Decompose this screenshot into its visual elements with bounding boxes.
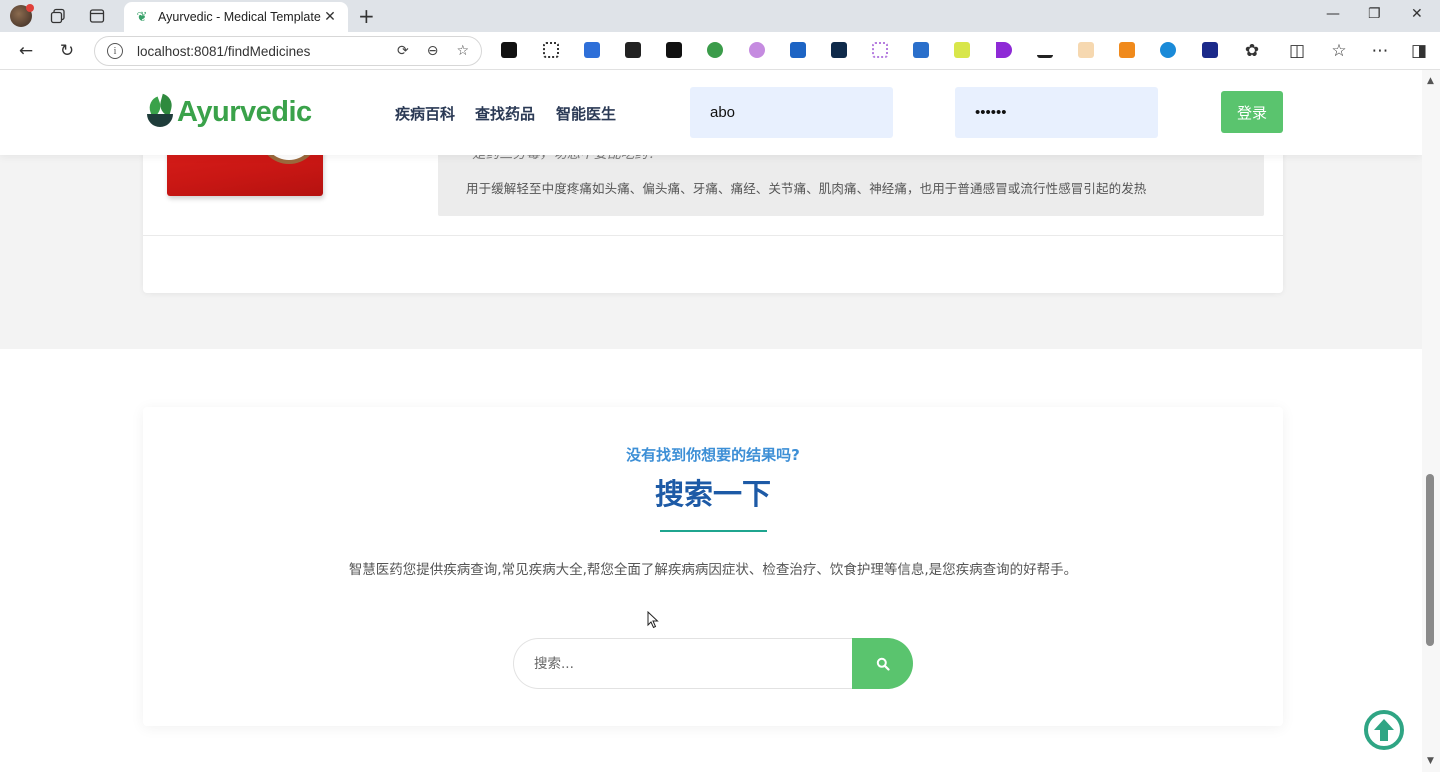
logo-text: Ayurvedic bbox=[177, 96, 312, 128]
extension-8-icon[interactable] bbox=[790, 42, 806, 58]
scrollbar-thumb[interactable] bbox=[1426, 474, 1434, 646]
address-bar[interactable]: i localhost:8081/findMedicines ⟳ ⊖ ☆ bbox=[94, 36, 482, 66]
split-screen-icon[interactable]: ◫ bbox=[1287, 41, 1307, 61]
extension-13-icon[interactable] bbox=[996, 42, 1012, 58]
search-card: 没有找到你想要的结果吗? 搜索一下 智慧医药您提供疾病查询,常见疾病大全,帮您全… bbox=[143, 407, 1283, 726]
sidebar-toggle-icon[interactable]: ◨ bbox=[1409, 41, 1429, 61]
site-info-icon[interactable]: i bbox=[107, 43, 123, 59]
page-scrollbar[interactable]: ▲ ▼ bbox=[1422, 70, 1440, 772]
extension-1-icon[interactable] bbox=[501, 42, 517, 58]
site-logo[interactable]: Ayurvedic bbox=[145, 92, 312, 128]
favorite-star-icon[interactable]: ☆ bbox=[456, 43, 469, 59]
medicine-usage: 用于缓解轻至中度疼痛如头痛、偏头痛、牙痛、痛经、关节痛、肌肉痛、神经痛，也用于普… bbox=[466, 181, 1147, 196]
search-intro-text: 智慧医药您提供疾病查询,常见疾病大全,帮您全面了解疾病病因症状、检查治疗、饮食护… bbox=[348, 562, 1078, 578]
search-subheading: 没有找到你想要的结果吗? bbox=[626, 446, 800, 464]
close-window-icon[interactable]: ✕ bbox=[1411, 6, 1423, 22]
extension-10-icon[interactable] bbox=[872, 42, 888, 58]
close-tab-icon[interactable]: ✕ bbox=[322, 9, 338, 25]
extension-16-icon[interactable] bbox=[1119, 42, 1135, 58]
mortar-leaf-icon bbox=[145, 92, 177, 128]
extension-2-icon[interactable] bbox=[543, 42, 559, 58]
password-field[interactable] bbox=[955, 87, 1158, 138]
card-divider bbox=[143, 235, 1283, 236]
active-tab[interactable]: ❦ Ayurvedic - Medical Template ✕ bbox=[124, 2, 348, 32]
favorites-icon[interactable]: ☆ bbox=[1329, 41, 1349, 61]
extension-15-icon[interactable] bbox=[1078, 42, 1094, 58]
vertical-tabs-icon[interactable] bbox=[87, 6, 107, 26]
search-input[interactable] bbox=[513, 638, 853, 689]
reload-icon[interactable]: ↻ bbox=[57, 41, 77, 61]
arrow-up-icon bbox=[1374, 719, 1394, 741]
search-icon bbox=[876, 657, 890, 671]
username-field[interactable] bbox=[690, 87, 893, 138]
back-icon[interactable]: ← bbox=[16, 41, 36, 61]
new-tab-icon[interactable]: + bbox=[358, 4, 375, 28]
extension-6-icon[interactable] bbox=[707, 42, 723, 58]
extension-17-icon[interactable] bbox=[1160, 42, 1176, 58]
nav-find-medicines[interactable]: 查找药品 bbox=[475, 103, 535, 124]
nav-smart-doctor[interactable]: 智能医生 bbox=[556, 103, 616, 124]
extension-3-icon[interactable] bbox=[584, 42, 600, 58]
search-button[interactable] bbox=[852, 638, 913, 689]
extension-7-icon[interactable] bbox=[749, 42, 765, 58]
extension-18-icon[interactable] bbox=[1202, 42, 1218, 58]
more-page-actions-icon[interactable]: ⊖ bbox=[427, 43, 439, 59]
back-to-top-button[interactable] bbox=[1364, 710, 1404, 750]
browser-toolbar: ← ↻ i localhost:8081/findMedicines ⟳ ⊖ ☆… bbox=[0, 32, 1440, 70]
extension-14-icon[interactable] bbox=[1037, 42, 1053, 58]
heading-underline bbox=[660, 530, 767, 532]
extensions-puzzle-icon[interactable]: ✿ bbox=[1242, 41, 1262, 61]
extension-5-icon[interactable] bbox=[666, 42, 682, 58]
minimize-icon[interactable]: — bbox=[1326, 6, 1340, 22]
extension-12-icon[interactable] bbox=[954, 42, 970, 58]
scroll-up-arrow-icon[interactable]: ▲ bbox=[1427, 76, 1434, 86]
scroll-down-arrow-icon[interactable]: ▼ bbox=[1427, 756, 1434, 766]
site-header: Ayurvedic 疾病百科 查找药品 智能医生 登录 bbox=[0, 70, 1422, 155]
profile-avatar[interactable] bbox=[10, 4, 34, 27]
login-button[interactable]: 登录 bbox=[1221, 91, 1283, 133]
site-favicon-icon: ❦ bbox=[136, 9, 148, 25]
extension-11-icon[interactable] bbox=[913, 42, 929, 58]
settings-more-icon[interactable]: ⋯ bbox=[1370, 41, 1390, 61]
extension-9-icon[interactable] bbox=[831, 42, 847, 58]
translate-icon[interactable]: ⟳ bbox=[397, 43, 409, 59]
workspaces-icon[interactable] bbox=[48, 6, 68, 26]
extension-4-icon[interactable] bbox=[625, 42, 641, 58]
nav-disease-encyclopedia[interactable]: 疾病百科 bbox=[395, 103, 455, 124]
restore-icon[interactable]: ❐ bbox=[1368, 6, 1381, 22]
browser-tab-bar: ❦ Ayurvedic - Medical Template ✕ + — ❐ ✕ bbox=[0, 0, 1440, 32]
page-viewport: 17 "是药三分毒，切忌不要乱吃药！" 用于缓解轻至中度疼痛如头痛、偏头痛、牙痛… bbox=[0, 70, 1422, 772]
tab-title: Ayurvedic - Medical Template bbox=[158, 10, 321, 24]
url-text[interactable]: localhost:8081/findMedicines bbox=[137, 44, 379, 59]
search-heading: 搜索一下 bbox=[654, 477, 771, 511]
